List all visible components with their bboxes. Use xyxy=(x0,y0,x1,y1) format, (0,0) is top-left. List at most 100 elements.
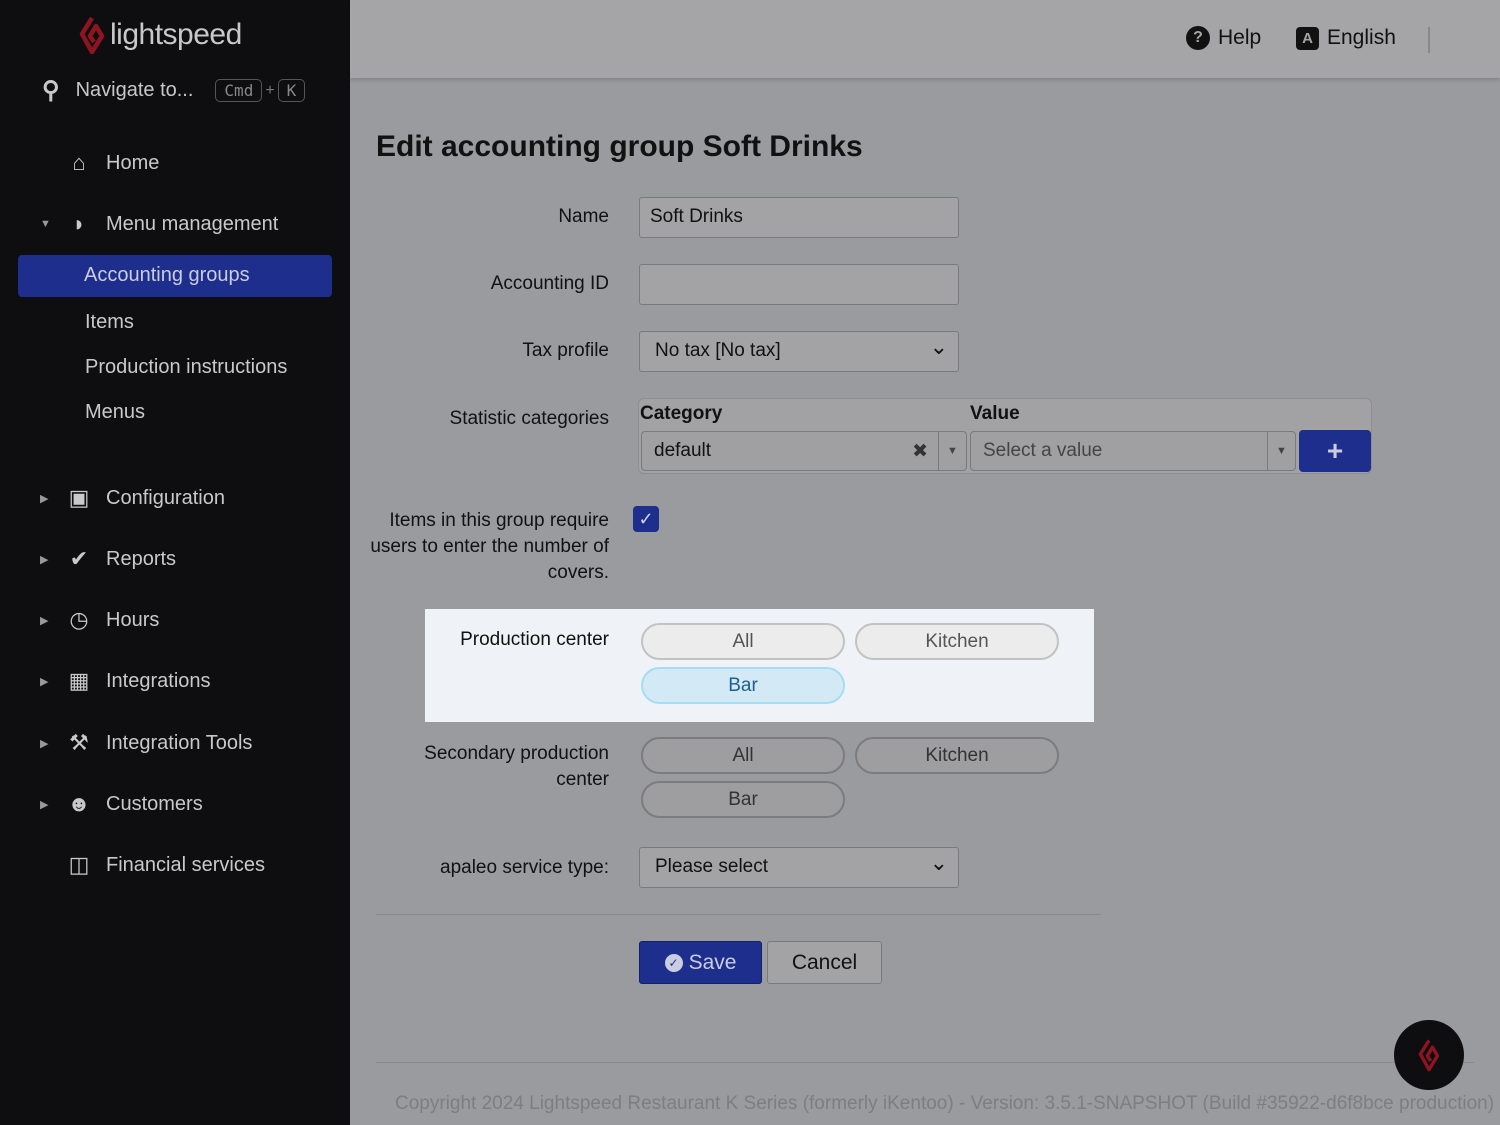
apaleo-label: apaleo service type: xyxy=(440,857,609,878)
check-icon: ✓ xyxy=(638,508,654,529)
add-category-button[interactable]: + xyxy=(1299,430,1371,472)
help-label: Help xyxy=(1218,26,1262,49)
production-kitchen-option[interactable]: Kitchen xyxy=(855,623,1059,660)
configuration-label: Configuration xyxy=(106,486,225,509)
cmd-key: Cmd xyxy=(215,79,263,102)
secondary-bar-option[interactable]: Bar xyxy=(641,781,845,818)
apaleo-select[interactable]: Please select xyxy=(639,847,959,888)
chart-icon: ✔ xyxy=(69,546,89,571)
grid-plus-icon: ▦ xyxy=(68,668,90,693)
customers-label: Customers xyxy=(106,792,203,815)
navigate-search[interactable]: ⚲ Navigate to... Cmd + K xyxy=(42,76,306,105)
sidebar-item-menu-management[interactable]: ▼ ◗ Menu management xyxy=(40,211,278,237)
name-input[interactable]: Soft Drinks xyxy=(639,197,959,238)
language-icon: A xyxy=(1296,26,1319,50)
tax-profile-value: No tax [No tax] xyxy=(655,340,781,361)
caret-right-icon: ▶ xyxy=(40,553,49,566)
user-icon: ☻ xyxy=(67,791,91,816)
production-bar-option[interactable]: Bar xyxy=(641,667,845,704)
statistic-categories-table: Category Value default ✖ ▼ Select a value ▼… xyxy=(638,398,1372,474)
sidebar: lightspeed ⚲ Navigate to... Cmd + K ⌂ Hom… xyxy=(0,0,350,1125)
home-icon: ⌂ xyxy=(72,150,86,175)
production-all-option[interactable]: All xyxy=(641,623,845,660)
help-button[interactable]: ? Help xyxy=(1186,26,1261,50)
grid-check-icon: ▣ xyxy=(68,485,90,510)
search-icon: ⚲ xyxy=(42,77,60,104)
integrations-label: Integrations xyxy=(106,669,211,692)
sidebar-item-configuration[interactable]: ▶ ▣ Configuration xyxy=(40,485,225,511)
divider xyxy=(1428,27,1430,53)
dropdown-arrow-icon[interactable]: ▼ xyxy=(938,432,966,470)
lightspeed-chat-button[interactable] xyxy=(1394,1020,1464,1090)
menu-management-label: Menu management xyxy=(106,212,279,235)
dropdown-arrow-icon[interactable]: ▼ xyxy=(1267,432,1295,470)
covers-checkbox[interactable]: ✓ xyxy=(633,506,659,532)
sidebar-item-production-instructions[interactable]: Production instructions xyxy=(85,356,287,379)
apaleo-value: Please select xyxy=(655,856,769,877)
hours-label: Hours xyxy=(106,608,160,631)
cash-register-icon: ◫ xyxy=(68,852,90,877)
help-icon: ? xyxy=(1186,26,1210,50)
flame-logo-icon xyxy=(79,16,105,54)
sidebar-item-customers[interactable]: ▶ ☻ Customers xyxy=(40,791,203,817)
language-button[interactable]: A English xyxy=(1296,26,1396,50)
category-select[interactable]: default ✖ ▼ xyxy=(641,431,967,471)
sidebar-item-financial-services[interactable]: ◫ Financial services xyxy=(40,852,265,878)
sidebar-item-hours[interactable]: ▶ ◷ Hours xyxy=(40,607,159,633)
sidebar-item-integration-tools[interactable]: ▶ ⚒ Integration Tools xyxy=(40,730,252,756)
sidebar-item-accounting-groups[interactable]: Accounting groups xyxy=(18,255,332,297)
accounting-id-input[interactable] xyxy=(639,264,959,305)
clock-icon: ◷ xyxy=(69,607,89,632)
value-header: Value xyxy=(970,403,1020,424)
divider xyxy=(376,914,1101,915)
caret-down-icon: ▼ xyxy=(40,218,51,230)
flame-logo-icon xyxy=(1418,1039,1440,1072)
financial-services-label: Financial services xyxy=(106,853,265,876)
home-label: Home xyxy=(106,151,160,174)
footer-divider xyxy=(376,1062,1474,1063)
footer-copyright: Copyright 2024 Lightspeed Restaurant K S… xyxy=(395,1093,1495,1114)
integration-tools-label: Integration Tools xyxy=(106,731,253,754)
secondary-label-line1: Secondary production xyxy=(424,743,609,764)
caret-right-icon: ▶ xyxy=(40,492,49,505)
sidebar-item-home[interactable]: ⌂ Home xyxy=(40,150,159,176)
top-bar: ? Help A English xyxy=(350,0,1500,78)
caret-right-icon: ▶ xyxy=(40,737,49,750)
plus-sign: + xyxy=(265,81,275,99)
statistic-categories-label: Statistic categories xyxy=(449,408,609,429)
tax-profile-label: Tax profile xyxy=(522,340,609,361)
lightspeed-logo[interactable]: lightspeed xyxy=(78,16,242,54)
tax-profile-select[interactable]: No tax [No tax] xyxy=(639,331,959,372)
value-select[interactable]: Select a value ▼ xyxy=(970,431,1296,471)
accounting-id-label: Accounting ID xyxy=(490,273,609,294)
sidebar-item-integrations[interactable]: ▶ ▦ Integrations xyxy=(40,668,211,694)
secondary-production-label: Secondary production center xyxy=(424,741,609,793)
secondary-kitchen-option[interactable]: Kitchen xyxy=(855,737,1059,774)
caret-right-icon: ▶ xyxy=(40,798,49,811)
production-center-label: Production center xyxy=(460,629,609,650)
secondary-all-option[interactable]: All xyxy=(641,737,845,774)
sidebar-item-menus[interactable]: Menus xyxy=(85,401,145,424)
menu-management-icon: ◗ xyxy=(72,211,86,236)
category-header: Category xyxy=(640,403,723,424)
value-placeholder: Select a value xyxy=(983,440,1103,461)
save-button[interactable]: ✓ Save xyxy=(639,941,762,984)
covers-label: Items in this group require users to ent… xyxy=(370,510,609,583)
save-label: Save xyxy=(688,950,737,974)
sidebar-item-items[interactable]: Items xyxy=(85,311,134,334)
caret-right-icon: ▶ xyxy=(40,614,49,627)
sidebar-item-reports[interactable]: ▶ ✔ Reports xyxy=(40,546,176,572)
name-label: Name xyxy=(558,206,609,227)
search-label: Navigate to... xyxy=(75,79,194,101)
secondary-label-line2: center xyxy=(556,769,609,790)
page-title: Edit accounting group Soft Drinks xyxy=(376,130,863,163)
caret-right-icon: ▶ xyxy=(40,675,49,688)
clear-icon[interactable]: ✖ xyxy=(912,440,928,463)
plus-icon: + xyxy=(1326,435,1344,466)
check-circle-icon: ✓ xyxy=(664,953,683,972)
reports-label: Reports xyxy=(106,547,177,570)
cancel-button[interactable]: Cancel xyxy=(767,941,882,984)
category-value: default xyxy=(654,440,712,461)
hammer-icon: ⚒ xyxy=(69,730,89,755)
brand-name: lightspeed xyxy=(110,18,242,51)
